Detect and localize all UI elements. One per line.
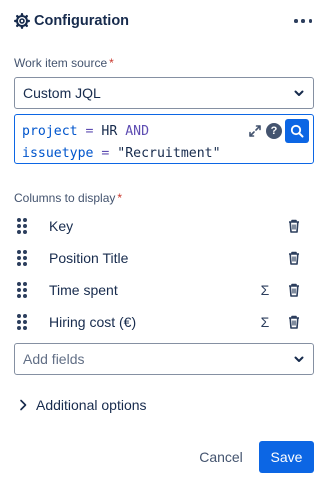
column-name: Position Title bbox=[49, 250, 129, 266]
column-row: Hiring cost (€) Σ bbox=[14, 306, 314, 338]
drag-handle-icon[interactable] bbox=[17, 282, 27, 298]
source-selected-value: Custom JQL bbox=[23, 85, 101, 101]
sum-icon[interactable]: Σ bbox=[259, 314, 271, 330]
search-button[interactable] bbox=[285, 119, 309, 143]
source-label: Work item source * bbox=[14, 56, 114, 70]
jql-editor[interactable]: project = HR AND issuetype = "Recruitmen… bbox=[14, 114, 314, 164]
help-icon[interactable]: ? bbox=[266, 123, 282, 139]
jql-query-text[interactable]: project = HR AND issuetype = "Recruitmen… bbox=[22, 121, 221, 165]
required-indicator: * bbox=[117, 191, 123, 205]
trash-icon[interactable] bbox=[288, 219, 300, 233]
config-header: Configuration bbox=[14, 11, 314, 31]
expand-icon[interactable] bbox=[248, 124, 262, 138]
chevron-down-icon bbox=[293, 353, 305, 365]
sum-icon[interactable]: Σ bbox=[259, 282, 271, 298]
column-row: Key bbox=[14, 210, 314, 242]
drag-handle-icon[interactable] bbox=[17, 314, 27, 330]
page-title: Configuration bbox=[34, 13, 130, 29]
chevron-down-icon bbox=[293, 87, 305, 99]
column-row: Time spent Σ bbox=[14, 274, 314, 306]
add-fields-select[interactable]: Add fields bbox=[14, 343, 314, 375]
trash-icon[interactable] bbox=[288, 283, 300, 297]
column-name: Hiring cost (€) bbox=[49, 314, 137, 330]
chevron-right-icon bbox=[16, 398, 30, 412]
additional-options-label: Additional options bbox=[36, 397, 147, 413]
save-button[interactable]: Save bbox=[259, 441, 314, 473]
work-item-source-select[interactable]: Custom JQL bbox=[14, 77, 314, 109]
column-row: Position Title bbox=[14, 242, 314, 274]
drag-handle-icon[interactable] bbox=[17, 218, 27, 234]
add-fields-placeholder: Add fields bbox=[23, 351, 85, 367]
trash-icon[interactable] bbox=[288, 315, 300, 329]
search-icon bbox=[290, 124, 304, 138]
required-indicator: * bbox=[109, 56, 114, 70]
more-options-icon[interactable] bbox=[292, 13, 314, 29]
column-name: Time spent bbox=[49, 282, 118, 298]
trash-icon[interactable] bbox=[288, 251, 300, 265]
column-name: Key bbox=[49, 218, 74, 234]
gear-icon bbox=[14, 13, 30, 29]
drag-handle-icon[interactable] bbox=[17, 250, 27, 266]
cancel-button[interactable]: Cancel bbox=[192, 441, 250, 473]
additional-options-toggle[interactable]: Additional options bbox=[14, 394, 147, 416]
columns-label: Columns to display * bbox=[14, 191, 123, 205]
